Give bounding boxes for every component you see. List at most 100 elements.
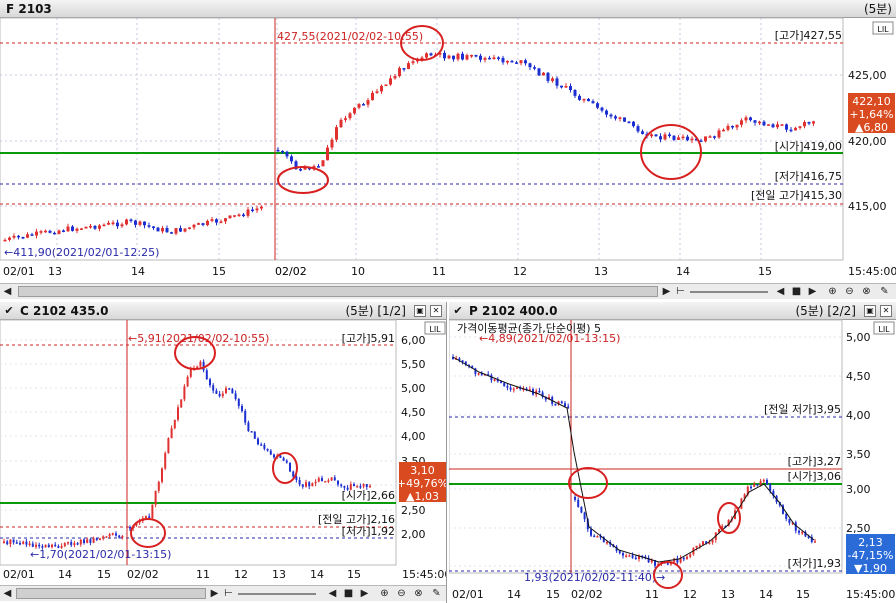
x-tick-label: 14 (759, 588, 773, 601)
x-tick-label: 15 (758, 265, 772, 278)
candle-body (614, 116, 617, 119)
candle-body (587, 98, 590, 102)
zoom-fit-icon[interactable]: ⊗ (860, 285, 873, 298)
candle-body (183, 228, 187, 232)
scroll-left-icon[interactable]: ◀ (1, 285, 14, 298)
scroll-right-icon[interactable]: ▶ (660, 285, 673, 298)
candle-body (93, 225, 97, 229)
candle-body (375, 91, 379, 93)
low-ref-label: [저가]416,75 (775, 170, 842, 183)
candle-body (250, 431, 253, 433)
candle-body (402, 68, 406, 70)
candle-body (596, 536, 599, 538)
settings-wrench-icon[interactable]: ✎ (878, 285, 891, 298)
candle-body (51, 544, 53, 548)
range-slider-icon[interactable]: ⊢ (674, 285, 687, 298)
candle-body (201, 223, 205, 226)
candle-body (247, 422, 250, 432)
candle-body (560, 401, 563, 404)
low-marker-annotation: ←1,70(2021/02/01-13:15) (30, 548, 171, 561)
candle-body (86, 539, 89, 543)
candle-body (411, 61, 415, 64)
zoom-out-icon[interactable]: ⊖ (843, 285, 856, 298)
candle-body (654, 134, 658, 137)
candle-body (71, 226, 74, 231)
prev-icon[interactable]: ◀ (774, 285, 787, 298)
candle-body (573, 90, 577, 96)
x-tick-label: 15 (796, 588, 810, 601)
open-ref-label: [시가]2,66 (342, 489, 395, 502)
candle-body (299, 169, 302, 171)
candle-body (452, 55, 455, 60)
next-icon[interactable]: ▶ (358, 587, 371, 600)
candle-body (298, 479, 301, 485)
candle-body (357, 104, 361, 108)
candle-body (814, 541, 816, 543)
candle-body (569, 86, 572, 91)
call-chart-canvas[interactable]: 6,005,505,004,504,003,503,002,502,0002/0… (0, 302, 447, 603)
candle-body (767, 124, 770, 126)
x-tick-label: 02/01 (3, 568, 35, 581)
next-icon[interactable]: ▶ (806, 285, 819, 298)
candle-body (574, 497, 576, 500)
low-ref-label: [저가]1,92 (342, 525, 395, 538)
range-slider-track[interactable] (238, 593, 316, 595)
candle-body (628, 555, 631, 557)
zoom-out-icon[interactable]: ⊖ (395, 587, 408, 600)
candle-body (506, 386, 509, 388)
candle-body (84, 226, 88, 229)
top-chart-canvas[interactable]: 425,00 420,00 415,00 02/01 13 14 15 02/02 10 11 12… (0, 0, 896, 300)
put-chart-canvas[interactable]: 5,004,504,003,503,002,502,0002/01141502/… (449, 302, 896, 603)
scroll-thumb[interactable] (16, 588, 206, 599)
put-price-box-change: ▼1,90 (854, 562, 887, 575)
call-chart-scrollbar[interactable]: ◀ ▶ ⊢ ◀ ■ ▶ ⊕ ⊖ ⊗ ✎ (0, 585, 446, 601)
x-tick-label: 15:45:00 (402, 568, 447, 581)
candle-body (632, 121, 635, 127)
candle-body (3, 239, 7, 242)
candle-body (749, 117, 752, 121)
open-ref-label: [시가]3,06 (788, 470, 841, 483)
candle-body (145, 516, 147, 519)
x-tick-label: 14 (131, 265, 145, 278)
candle-body (583, 512, 586, 520)
candle-body (321, 478, 323, 482)
candle-body (9, 539, 12, 545)
stop-icon[interactable]: ■ (342, 587, 355, 600)
scroll-thumb[interactable] (18, 286, 658, 297)
candle-body (147, 225, 151, 227)
call-price-box-price: 3,10 (410, 464, 435, 477)
candle-body (143, 221, 146, 226)
candle-body (625, 555, 628, 557)
candle-body (456, 53, 460, 60)
candle-body (744, 117, 748, 121)
range-slider-track[interactable] (690, 291, 768, 293)
candle-body (157, 481, 160, 491)
zoom-in-icon[interactable]: ⊕ (378, 587, 391, 600)
candle-body (228, 215, 232, 219)
top-chart-scrollbar[interactable]: ◀ ▶ ⊢ ◀ ■ ▶ ⊕ ⊖ ⊗ ✎ (0, 283, 896, 299)
candle-body (344, 118, 347, 120)
candle-body (470, 55, 473, 57)
candle-body (89, 539, 92, 543)
x-tick-label: 02/02 (275, 265, 307, 278)
call-price-box-change: ▲1,03 (406, 490, 439, 503)
open-ref-label: [시가]419,00 (775, 140, 842, 153)
range-slider-icon[interactable]: ⊢ (222, 587, 235, 600)
candle-body (702, 541, 704, 545)
put-price-box-price: 2,13 (858, 536, 883, 549)
candle-body (263, 444, 266, 449)
stop-icon[interactable]: ■ (790, 285, 803, 298)
candle-body (483, 57, 487, 60)
candle-body (80, 228, 83, 230)
candle-body (26, 234, 29, 238)
zoom-in-icon[interactable]: ⊕ (826, 285, 839, 298)
x-tick-label: 15 (97, 568, 111, 581)
prev-icon[interactable]: ◀ (326, 587, 339, 600)
candle-body (183, 386, 186, 400)
settings-wrench-icon[interactable]: ✎ (430, 587, 443, 600)
scroll-left-icon[interactable]: ◀ (1, 587, 14, 600)
zoom-fit-icon[interactable]: ⊗ (412, 587, 425, 600)
candle-body (443, 52, 446, 59)
scroll-right-icon[interactable]: ▶ (208, 587, 221, 600)
candle-body (260, 206, 263, 209)
